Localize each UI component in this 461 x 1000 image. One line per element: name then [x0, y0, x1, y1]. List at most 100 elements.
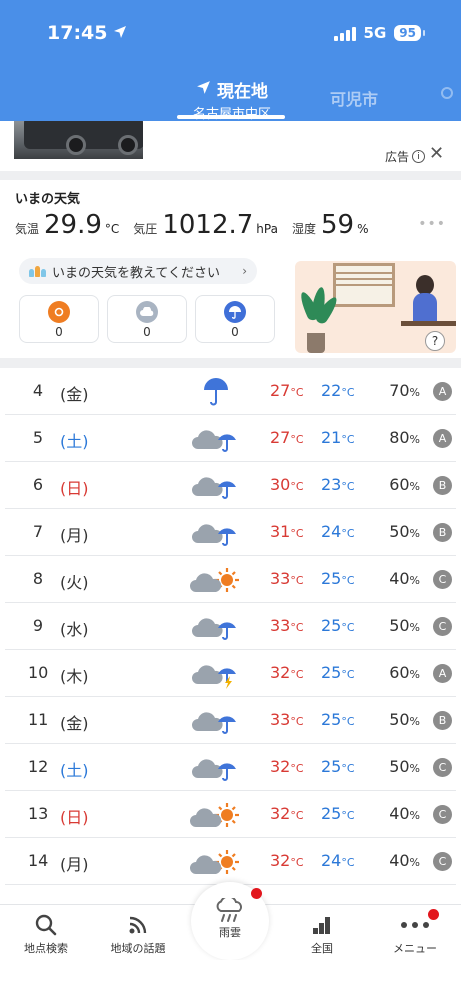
forecast-low: 25°C — [321, 804, 355, 823]
divider — [0, 358, 461, 368]
divider — [0, 171, 461, 180]
forecast-high: 30°C — [270, 475, 304, 494]
cloud-sun-icon — [190, 846, 242, 878]
report-rain-button[interactable]: 0 — [195, 295, 275, 343]
ad-car-image[interactable] — [14, 121, 143, 159]
active-tab-indicator — [177, 115, 285, 119]
forecast-weekday: (火) — [60, 573, 89, 592]
forecast-weekday: (水) — [60, 620, 89, 639]
report-prompt: いまの天気を教えてください — [52, 265, 220, 281]
more-options-icon[interactable]: ••• — [418, 216, 446, 232]
forecast-row[interactable]: 7 (月) 31°C 24°C 50% B — [5, 509, 456, 556]
forecast-reliability-badge: C — [433, 805, 452, 824]
forecast-high: 27°C — [270, 428, 304, 447]
status-time: 17:45 — [47, 22, 127, 44]
current-weather-title: いまの天気 — [15, 192, 81, 207]
network-type: 5G — [363, 24, 387, 42]
forecast-row[interactable]: 5 (土) 27°C 21°C 80% A — [5, 415, 456, 462]
forecast-row[interactable]: 13 (日) 32°C 25°C 40% C — [5, 791, 456, 838]
forecast-low: 25°C — [321, 757, 355, 776]
close-icon[interactable]: ✕ — [429, 143, 444, 164]
forecast-row[interactable]: 12 (土) 32°C 25°C 50% C — [5, 744, 456, 791]
ad-info[interactable]: 広告 i — [385, 148, 426, 165]
forecast-low: 25°C — [321, 710, 355, 729]
forecast-precip: 50% — [389, 757, 420, 776]
forecast-reliability-badge: C — [433, 570, 452, 589]
forecast-row[interactable]: 6 (日) 30°C 23°C 60% B — [5, 462, 456, 509]
temp-unit: °C — [104, 222, 120, 236]
forecast-high: 32°C — [270, 663, 304, 682]
signal-icon — [333, 26, 356, 41]
app-header: 17:45 5G 95 現在地 名古屋市中区 可児市 — [0, 0, 461, 122]
forecast-day: 12 — [28, 757, 49, 776]
forecast-weekday: (月) — [60, 526, 89, 545]
weekly-forecast-list: 4 (金) 27°C 22°C 70% A 5 (土) 27°C 21°C 80% A 6 (日) 30°C… — [5, 368, 456, 885]
nav-menu[interactable]: メニュー — [370, 913, 460, 956]
location-arrow-icon — [113, 25, 127, 43]
ad-banner[interactable]: 広告 i ✕ — [0, 121, 461, 171]
humidity-label: 湿度 — [291, 222, 316, 236]
forecast-precip: 80% — [389, 428, 420, 447]
forecast-row[interactable]: 4 (金) 27°C 22°C 70% A — [5, 368, 456, 415]
forecast-row[interactable]: 14 (月) 32°C 24°C 40% C — [5, 838, 456, 885]
forecast-reliability-badge: A — [433, 382, 452, 401]
menu-dots-icon — [370, 913, 460, 937]
forecast-high: 32°C — [270, 804, 304, 823]
forecast-row[interactable]: 9 (水) 33°C 25°C 50% C — [5, 603, 456, 650]
forecast-low: 24°C — [321, 851, 355, 870]
rain-icon — [190, 376, 242, 408]
location-arrow-icon — [196, 80, 211, 100]
info-icon: i — [412, 150, 426, 163]
report-weather-button[interactable]: いまの天気を教えてください › — [19, 258, 257, 284]
forecast-low: 25°C — [321, 663, 355, 682]
people-icon — [29, 265, 46, 277]
forecast-precip: 60% — [389, 663, 420, 682]
temp-value: 29.9 — [44, 210, 102, 240]
nav-rain-label: 雨雲 — [219, 926, 241, 939]
forecast-weekday: (土) — [60, 761, 89, 780]
forecast-low: 21°C — [321, 428, 355, 447]
cloud-icon — [136, 301, 158, 323]
current-readings: 気温 29.9 °C 気圧 1012.7 hPa 湿度 59 % — [15, 210, 382, 240]
forecast-day: 10 — [28, 663, 49, 682]
forecast-high: 27°C — [270, 381, 304, 400]
menu-notification-badge — [428, 909, 439, 920]
current-weather-card: いまの天気 気温 29.9 °C 気圧 1012.7 hPa 湿度 59 % •… — [5, 180, 456, 358]
forecast-precip: 40% — [389, 569, 420, 588]
report-sunny-button[interactable]: 0 — [19, 295, 99, 343]
temp-label: 気温 — [15, 222, 40, 236]
tab-location-kani[interactable]: 可児市 — [330, 86, 378, 110]
forecast-reliability-badge: B — [433, 711, 452, 730]
forecast-weekday: (木) — [60, 667, 89, 686]
weather-illustration: ? — [295, 261, 456, 353]
forecast-row[interactable]: 11 (金) 33°C 25°C 50% B — [5, 697, 456, 744]
ad-label: 広告 — [385, 150, 410, 164]
battery-indicator: 95 — [394, 25, 425, 41]
nav-national[interactable]: 全国 — [277, 913, 367, 956]
tab-next-peek[interactable] — [440, 86, 454, 104]
nav-topics[interactable]: 地域の話題 — [93, 913, 183, 956]
cloud-sun-icon — [190, 564, 242, 596]
forecast-high: 33°C — [270, 616, 304, 635]
forecast-day: 13 — [28, 804, 49, 823]
nav-rain-radar[interactable]: 雨雲 — [191, 882, 269, 960]
report-cloudy-button[interactable]: 0 — [107, 295, 187, 343]
forecast-low: 22°C — [321, 381, 355, 400]
forecast-high: 32°C — [270, 851, 304, 870]
forecast-weekday: (金) — [60, 714, 89, 733]
forecast-reliability-badge: B — [433, 523, 452, 542]
person-image — [416, 275, 434, 295]
forecast-day: 9 — [32, 616, 44, 635]
forecast-row[interactable]: 10 (木) 32°C 25°C 60% A — [5, 650, 456, 697]
nav-search-label: 地点検索 — [24, 942, 68, 955]
nav-search[interactable]: 地点検索 — [1, 913, 91, 956]
forecast-reliability-badge: A — [433, 664, 452, 683]
report-rain-count: 0 — [231, 325, 239, 339]
status-indicators: 5G 95 — [333, 24, 425, 42]
nav-topics-label: 地域の話題 — [110, 942, 166, 955]
rain-notification-badge — [251, 888, 262, 899]
forecast-row[interactable]: 8 (火) 33°C 25°C 40% C — [5, 556, 456, 603]
rss-icon — [93, 913, 183, 937]
help-icon[interactable]: ? — [425, 331, 445, 351]
cloud-rain-icon — [190, 470, 242, 502]
